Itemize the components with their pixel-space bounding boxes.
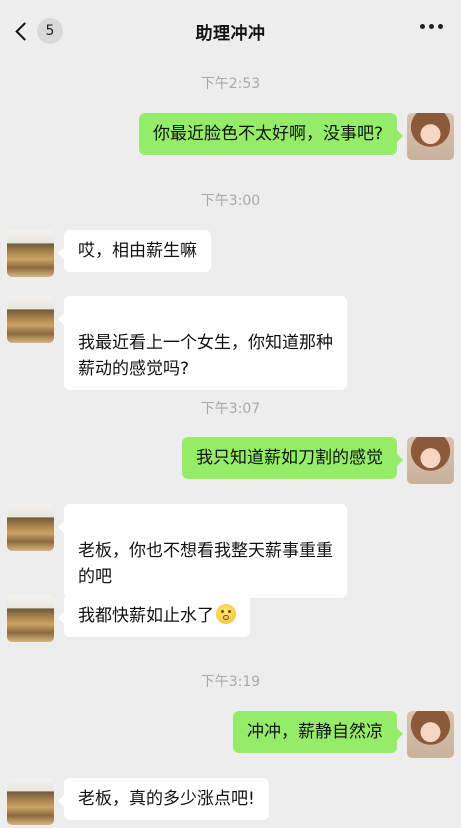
chevron-left-icon	[15, 21, 34, 41]
dizzy-face-emoji-icon	[216, 604, 236, 624]
contact-avatar[interactable]	[7, 504, 54, 551]
more-dot	[429, 24, 434, 29]
self-avatar[interactable]	[407, 437, 454, 484]
message-bubble[interactable]: 哎，相由薪生嘛	[58, 230, 211, 272]
contact-avatar[interactable]	[7, 778, 54, 825]
message-row: 你最近脸色不太好啊，没事吧?	[138, 113, 454, 160]
message-row: 我最近看上一个女生，你知道那种 薪动的感觉吗?	[7, 296, 347, 390]
message-text: 我都快薪如止水了	[78, 606, 214, 626]
message-bubble[interactable]: 我都快薪如止水了	[58, 595, 250, 637]
timestamp: 下午3:19	[200, 674, 261, 690]
message-bubble[interactable]: 你最近脸色不太好啊，没事吧?	[138, 113, 404, 155]
message-row: 我都快薪如止水了	[7, 595, 250, 642]
timestamp: 下午3:00	[200, 193, 261, 209]
message-row: 我只知道薪如刀割的感觉	[182, 437, 454, 484]
message-bubble[interactable]: 我只知道薪如刀割的感觉	[182, 437, 403, 479]
contact-avatar[interactable]	[7, 230, 54, 277]
contact-avatar[interactable]	[7, 296, 54, 343]
message-text: 你最近脸色不太好啊，没事吧?	[152, 124, 383, 144]
message-bubble[interactable]: 我最近看上一个女生，你知道那种 薪动的感觉吗?	[58, 296, 347, 390]
message-bubble[interactable]: 冲冲，薪静自然凉	[233, 711, 403, 753]
timestamp: 下午3:07	[200, 401, 261, 417]
contact-avatar[interactable]	[7, 595, 54, 642]
timestamp: 下午2:53	[200, 76, 261, 92]
self-avatar[interactable]	[407, 711, 454, 758]
message-bubble[interactable]: 老板，真的多少涨点吧!	[58, 778, 269, 820]
more-dots-icon	[420, 24, 425, 29]
back-button[interactable]: 5	[14, 18, 63, 44]
more-button[interactable]	[420, 24, 443, 29]
message-row: 哎，相由薪生嘛	[7, 230, 211, 277]
message-text: 老板，你也不想看我整天薪事重重 的吧	[78, 541, 333, 587]
self-avatar[interactable]	[407, 113, 454, 160]
message-row: 老板，真的多少涨点吧!	[7, 778, 269, 825]
message-text: 我只知道薪如刀割的感觉	[196, 448, 383, 468]
message-row: 老板，你也不想看我整天薪事重重 的吧	[7, 504, 347, 598]
message-bubble[interactable]: 老板，你也不想看我整天薪事重重 的吧	[58, 504, 347, 598]
message-row: 冲冲，薪静自然凉	[233, 711, 454, 758]
more-dot	[438, 24, 443, 29]
unread-count-badge: 5	[37, 18, 63, 44]
message-text: 哎，相由薪生嘛	[78, 241, 197, 261]
message-text: 冲冲，薪静自然凉	[247, 722, 383, 742]
message-text: 我最近看上一个女生，你知道那种 薪动的感觉吗?	[78, 333, 333, 379]
message-text: 老板，真的多少涨点吧!	[78, 789, 255, 809]
chat-header: 5 助理冲冲	[0, 0, 461, 62]
chat-title: 助理冲冲	[195, 23, 266, 44]
